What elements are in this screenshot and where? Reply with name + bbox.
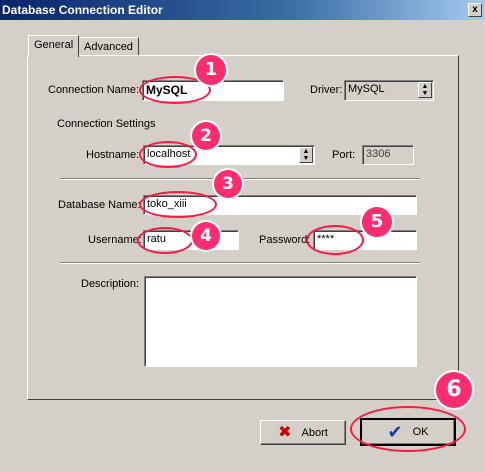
annotation-ring	[137, 227, 193, 254]
driver-spin-icon[interactable]: ▲ ▼	[418, 82, 432, 98]
abort-label: Abort	[301, 426, 328, 439]
abort-button[interactable]: ✖ Abort	[260, 420, 346, 445]
annotation-badge: 2	[192, 122, 220, 150]
connection-settings-title: Connection Settings	[54, 118, 159, 130]
annotation-badge: 1	[196, 55, 226, 85]
description-label: Description:	[81, 278, 140, 290]
annotation-ring	[139, 141, 197, 168]
port-label: Port:	[332, 149, 356, 161]
driver-label: Driver:	[310, 84, 343, 96]
window-title-bar: Database Connection Editor	[0, 0, 485, 20]
close-icon: x	[472, 4, 478, 15]
database-name-label: Database Name:	[58, 199, 141, 211]
annotation-ring	[306, 225, 364, 255]
tab-general[interactable]: General	[28, 35, 80, 57]
annotation-badge: 6	[436, 372, 472, 408]
annotation-badge: 3	[214, 170, 242, 198]
driver-value: MySQL	[348, 83, 385, 95]
hostname-label: Hostname:	[86, 149, 140, 161]
window-title: Database Connection Editor	[2, 3, 163, 17]
tab-advanced-label: Advanced	[84, 41, 133, 53]
connection-name-label: Connection Name:	[48, 84, 140, 96]
annotation-ring	[350, 406, 466, 452]
separator	[60, 262, 420, 264]
username-label: Username:	[88, 234, 142, 246]
annotation-badge: 5	[362, 207, 392, 237]
annotation-badge: 4	[192, 222, 220, 250]
annotation-ring	[139, 191, 217, 218]
port-input: 3306	[362, 145, 414, 165]
close-button[interactable]: x	[468, 3, 482, 17]
hostname-spin-icon[interactable]: ▲ ▼	[299, 147, 313, 163]
description-textarea[interactable]	[144, 276, 417, 367]
tab-general-label: General	[34, 39, 74, 51]
password-label: Password:	[259, 234, 311, 246]
abort-x-icon: ✖	[278, 423, 292, 441]
tab-advanced[interactable]: Advanced	[78, 37, 139, 57]
